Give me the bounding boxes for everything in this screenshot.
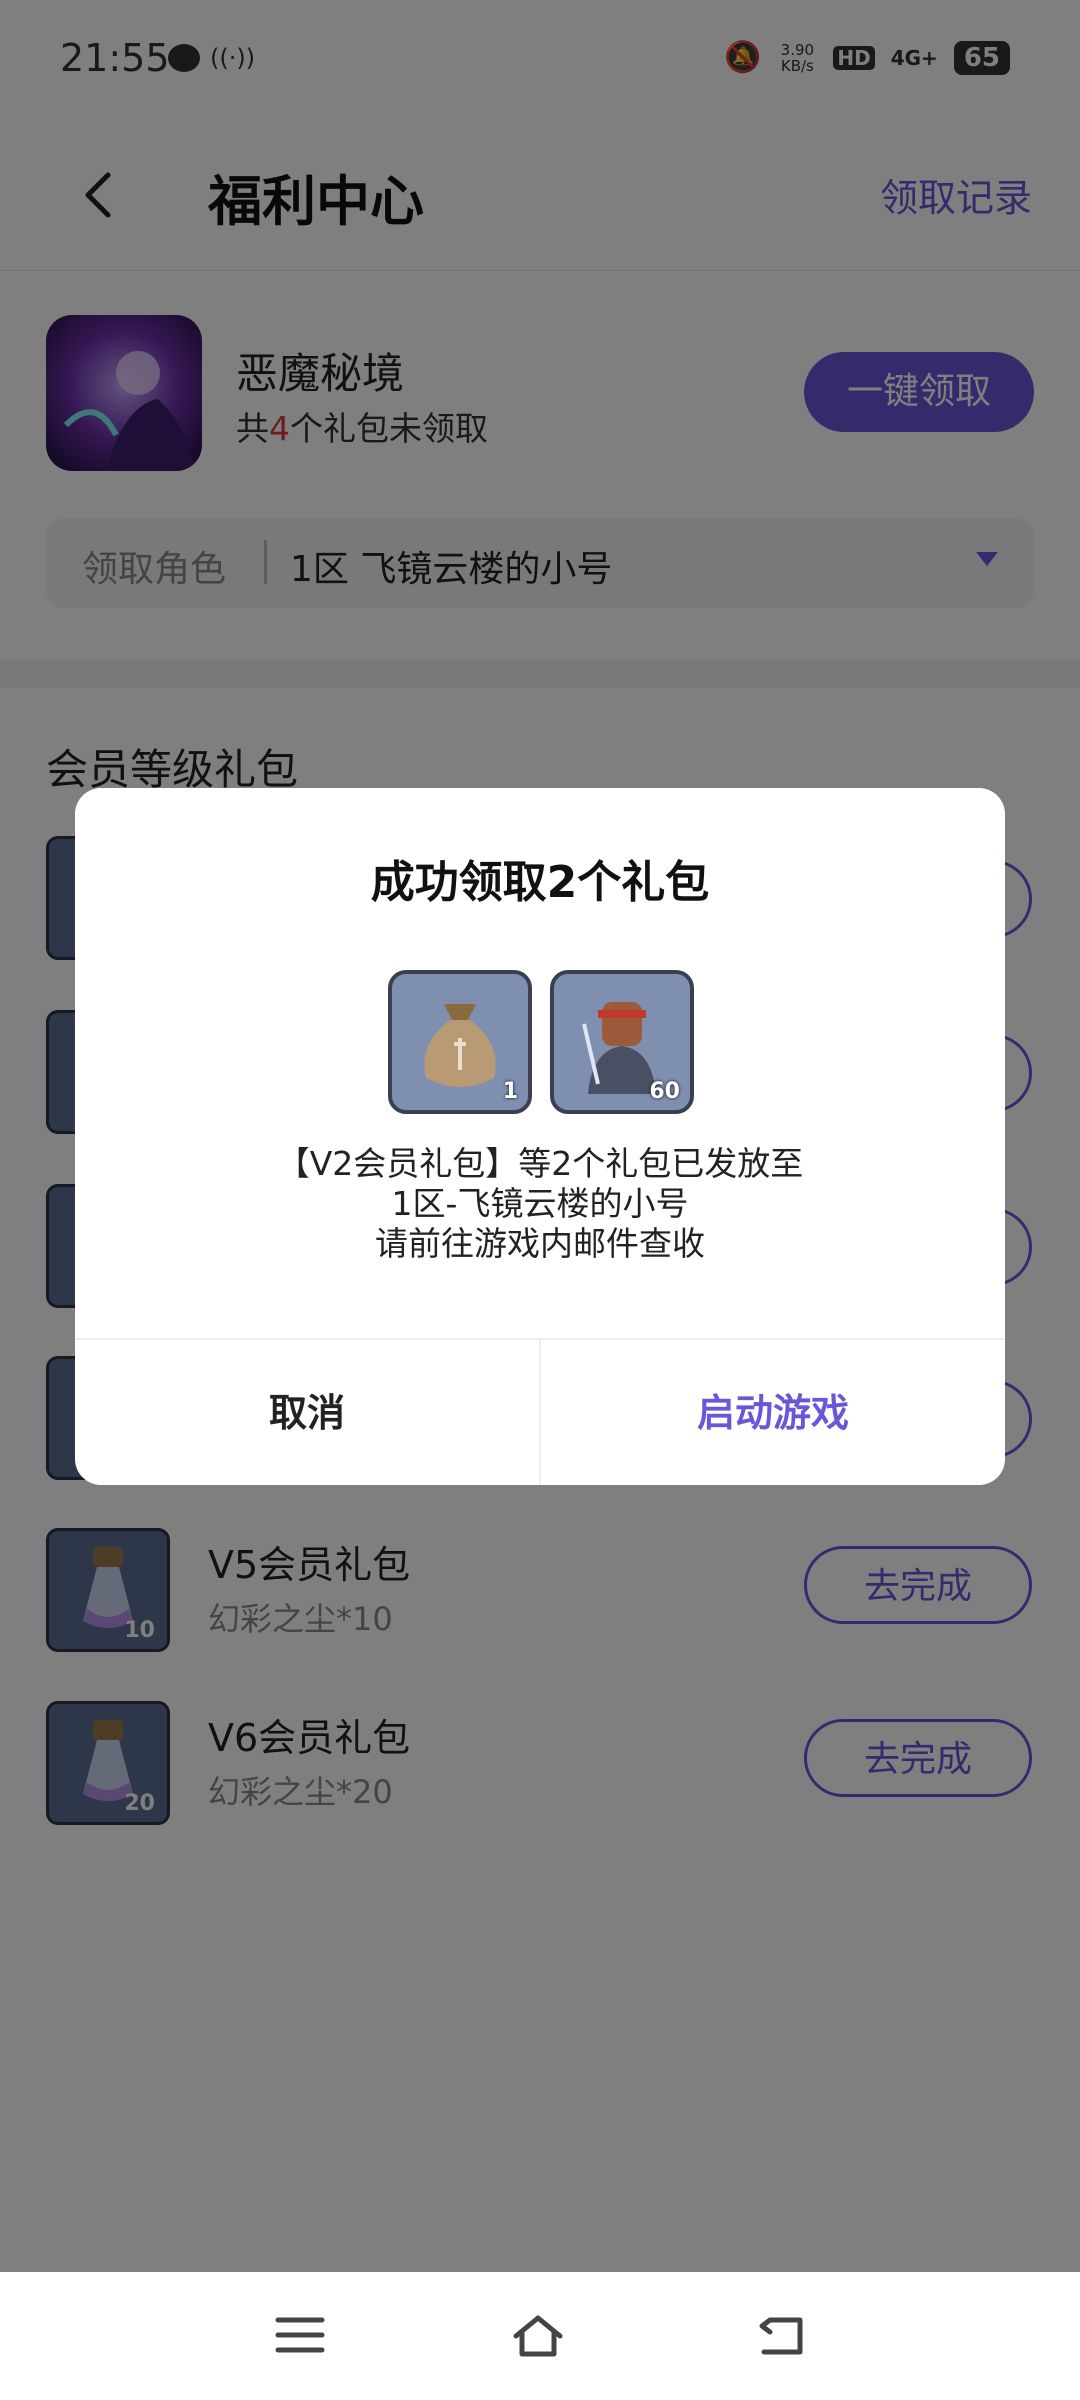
reward-item: 60 [550,970,694,1114]
reward-quantity: 60 [649,1079,680,1104]
system-nav-bar [0,2272,1080,2400]
launch-game-button[interactable]: 启动游戏 [541,1340,1005,1485]
dialog-actions: 取消 启动游戏 [75,1338,1005,1485]
success-dialog: 成功领取2个礼包 1 60 【V2会员礼包】等2个礼包已发放至 1区-飞镜云楼的… [75,788,1005,1485]
reward-quantity: 1 [502,1079,518,1104]
dialog-message-line2: 1区-飞镜云楼的小号 [391,1184,689,1223]
dialog-title: 成功领取2个礼包 [370,857,710,908]
dialog-message-line3: 请前往游戏内邮件查收 [375,1224,705,1263]
dialog-message-line1: 【V2会员礼包】等2个礼包已发放至 [276,1144,804,1183]
dialog-message: 【V2会员礼包】等2个礼包已发放至 1区-飞镜云楼的小号 请前往游戏内邮件查收 [75,1144,1005,1264]
home-icon[interactable] [512,2312,564,2358]
back-icon[interactable] [756,2312,808,2358]
reward-item: 1 [388,970,532,1114]
menu-icon[interactable] [274,2312,326,2358]
cancel-button[interactable]: 取消 [75,1340,539,1485]
